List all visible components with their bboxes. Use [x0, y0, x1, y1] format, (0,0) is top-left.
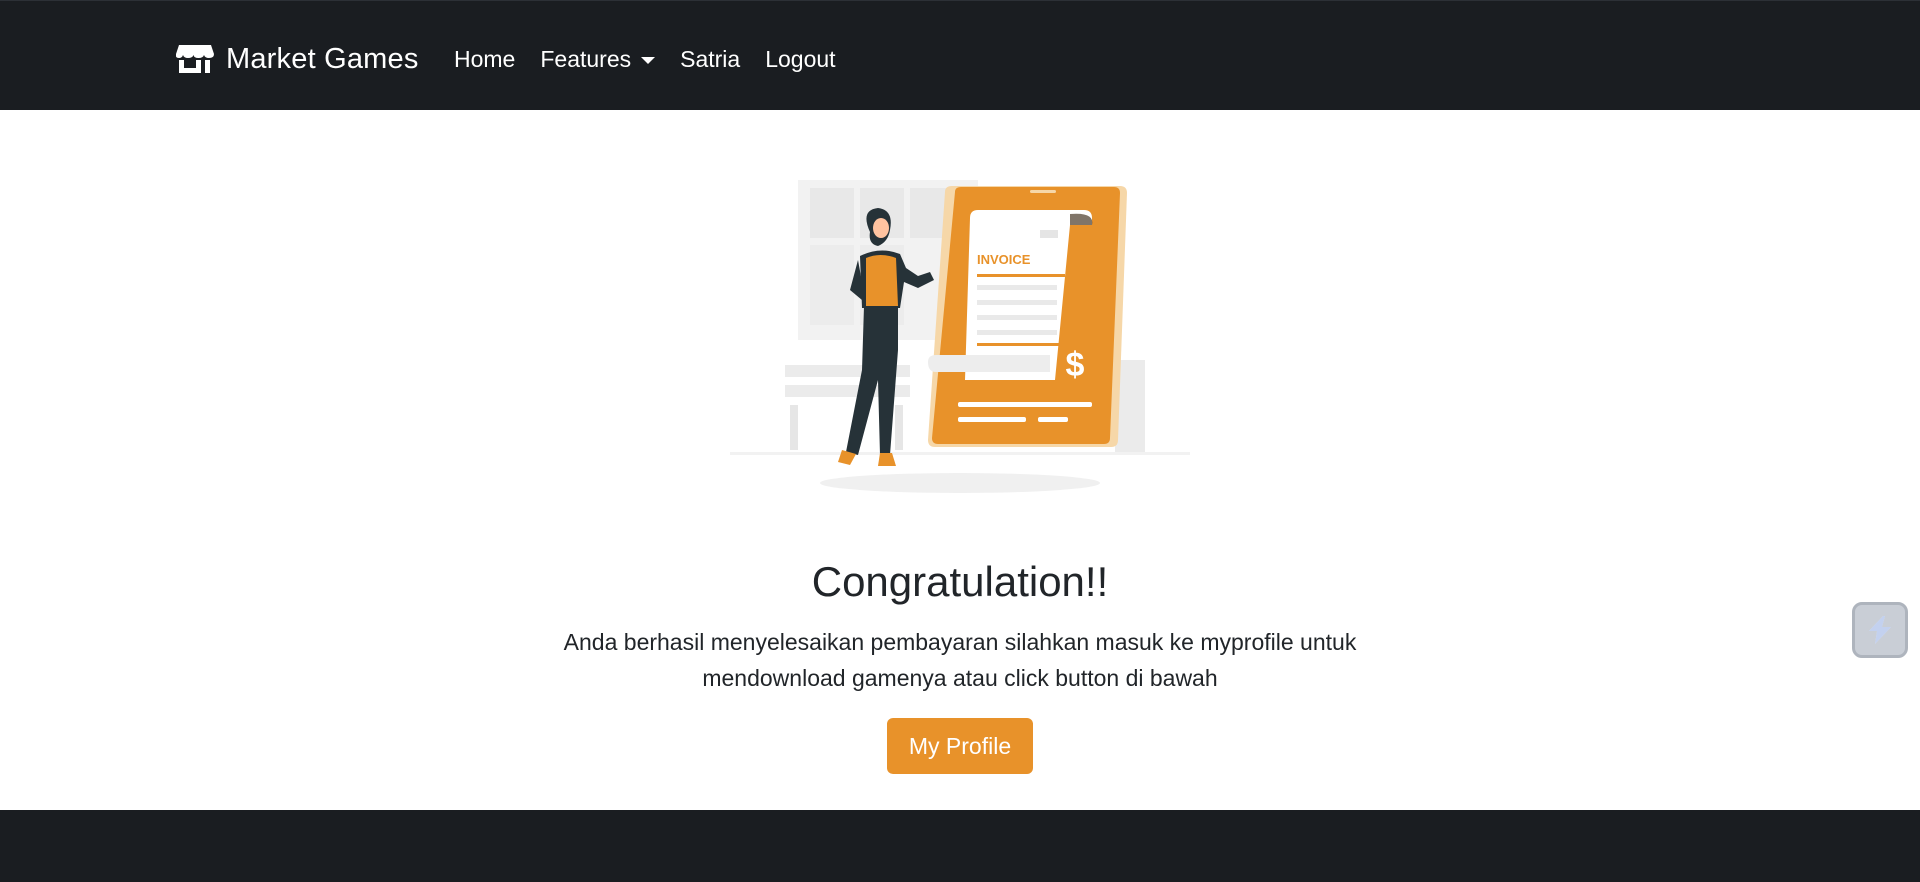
success-message: Anda berhasil menyelesaikan pembayaran s… [563, 629, 1357, 691]
nav-features-label: Features [540, 45, 632, 72]
brand-link[interactable]: Market Games [176, 39, 419, 79]
caret-down-icon [641, 56, 656, 64]
dollar-sign-label: $ [1066, 346, 1085, 384]
navbar: Market Games Home Features Satria Logout [0, 0, 1920, 110]
lightning-icon [1869, 616, 1891, 644]
nav-features-dropdown[interactable]: Features [540, 45, 656, 73]
invoice-label: INVOICE [977, 252, 1031, 267]
brand-name: Market Games [226, 42, 419, 75]
page-title: Congratulation!! [811, 558, 1109, 605]
floating-widget-button[interactable] [1852, 602, 1908, 658]
footer [0, 810, 1920, 882]
nav-menu: Home Features Satria Logout [454, 41, 861, 77]
my-profile-button[interactable]: My Profile [887, 718, 1033, 774]
shop-icon [176, 45, 214, 73]
nav-home[interactable]: Home [454, 46, 515, 73]
nav-logout[interactable]: Logout [765, 46, 835, 73]
payment-invoice-illustration: $ INVOICE [730, 180, 1190, 493]
nav-user[interactable]: Satria [680, 46, 740, 73]
